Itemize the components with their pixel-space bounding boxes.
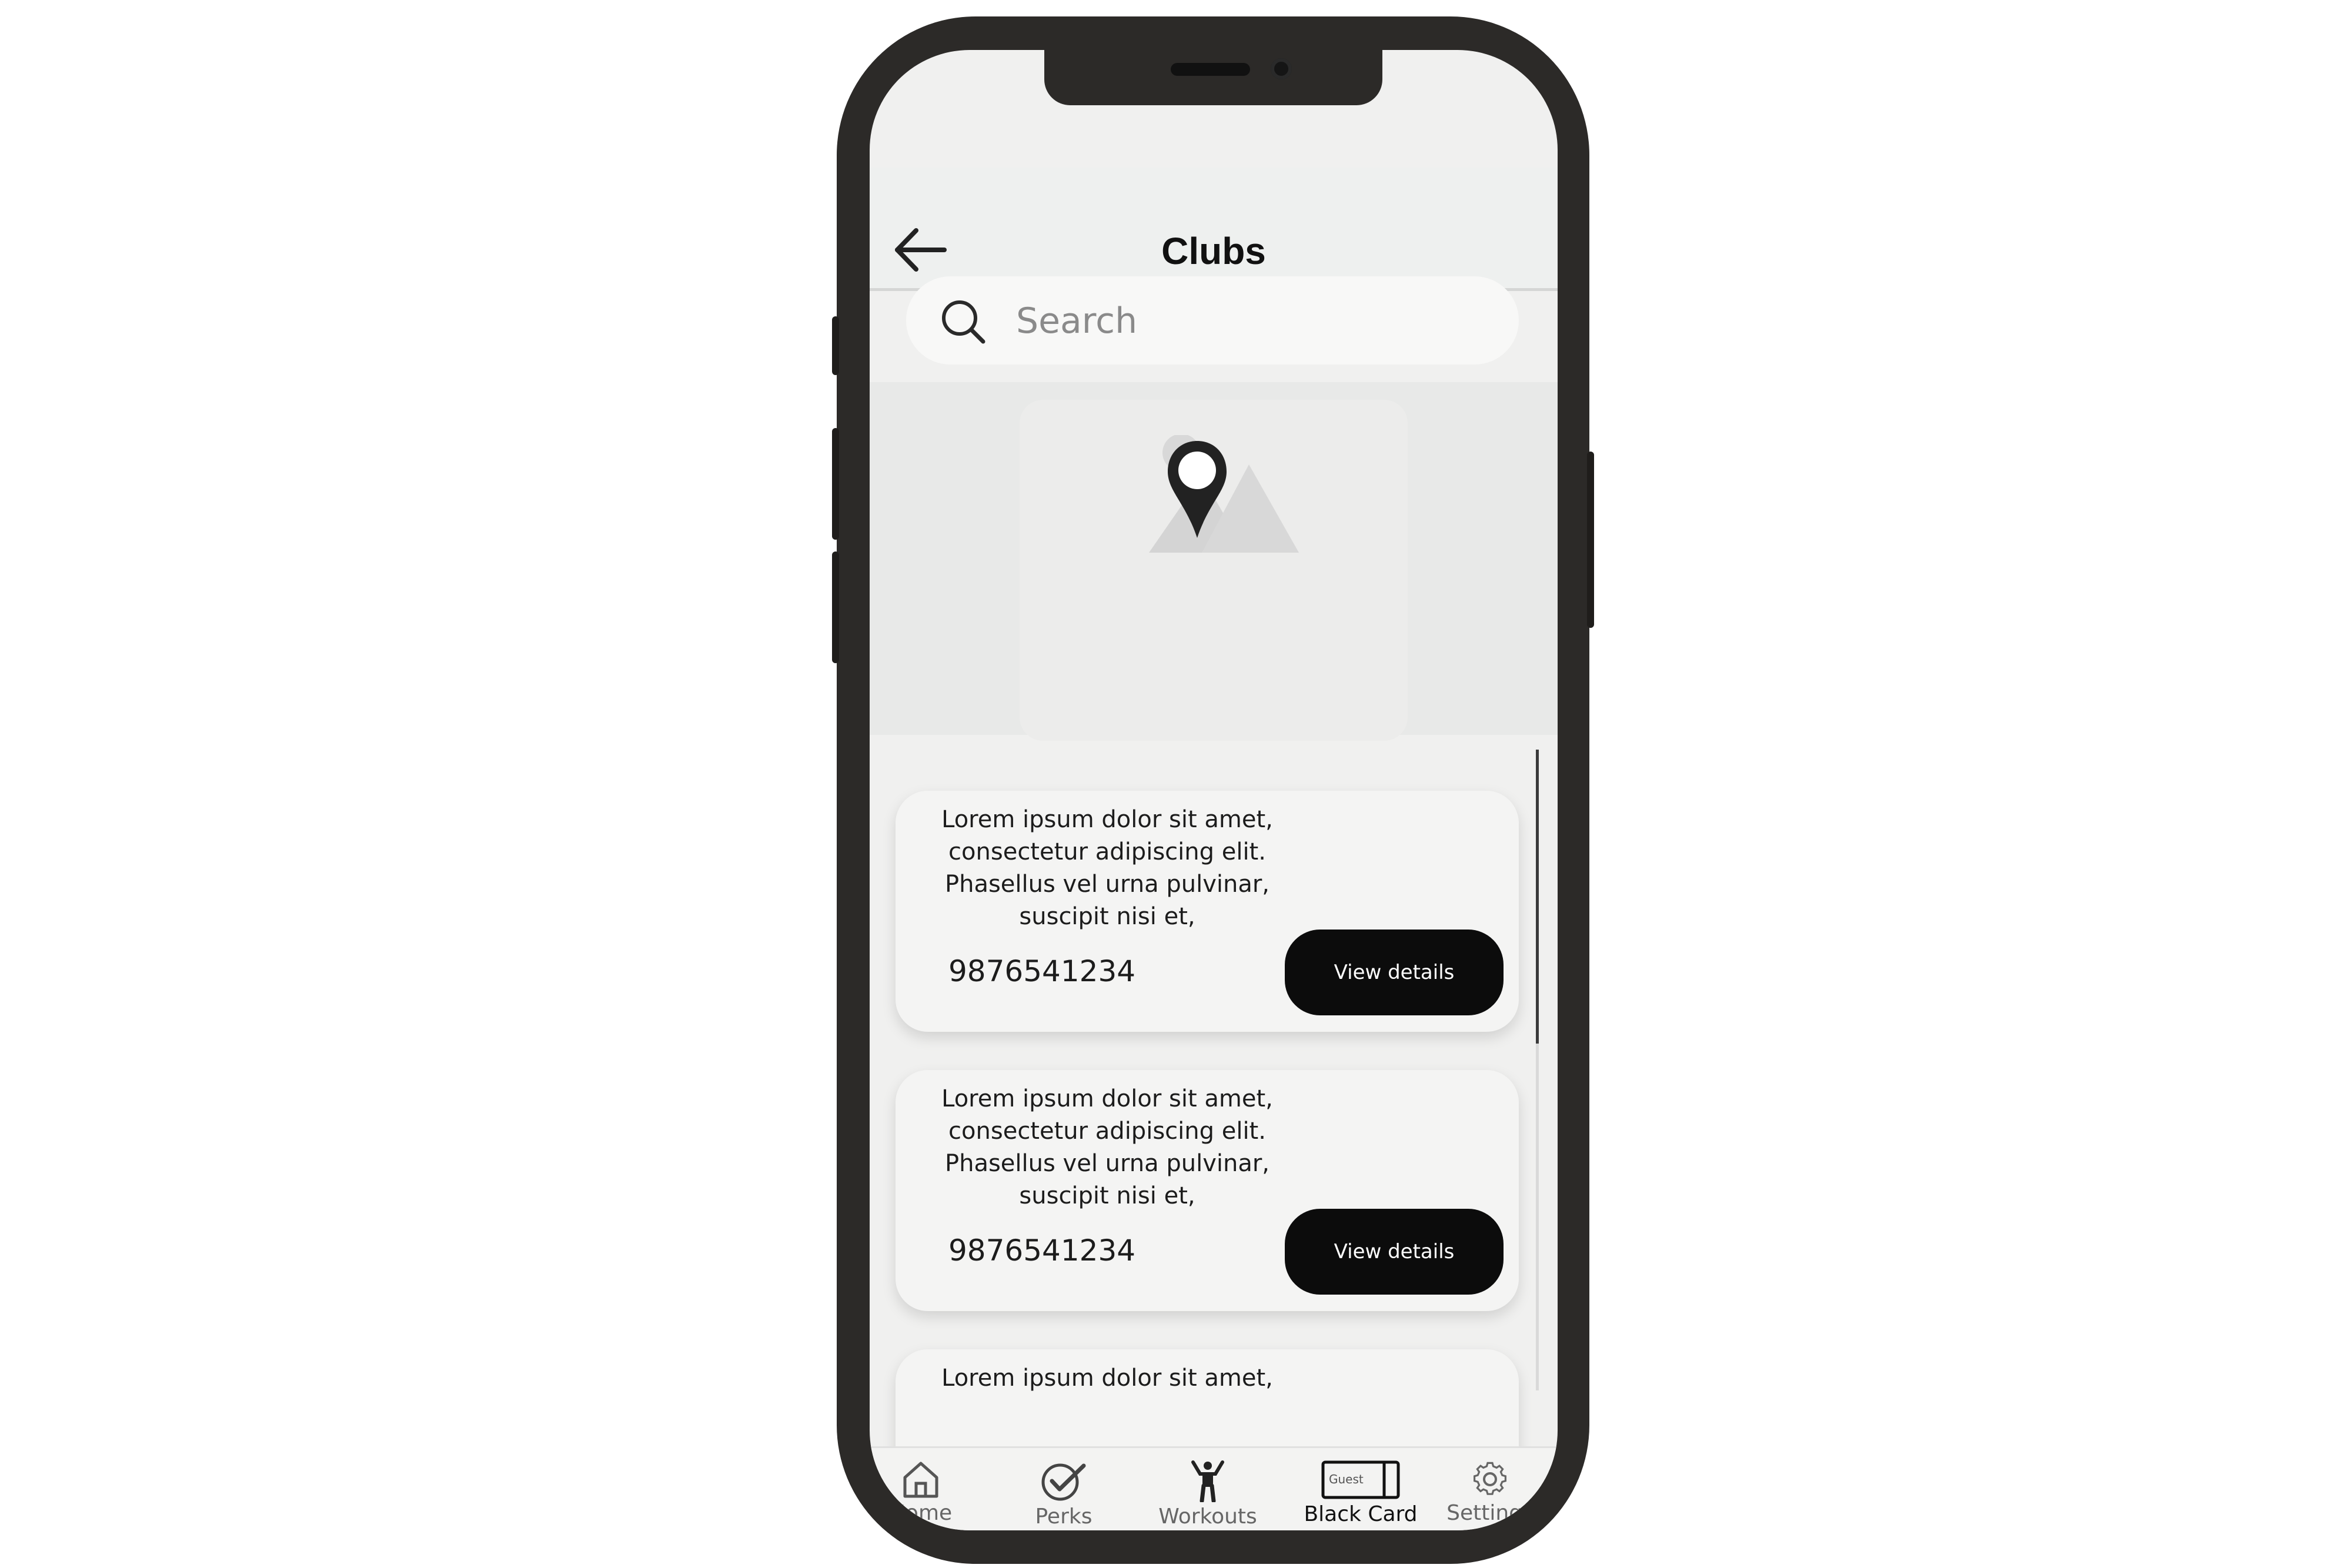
tab-label-settings: Settings xyxy=(1446,1501,1534,1525)
notch xyxy=(1044,50,1382,105)
search-bar[interactable] xyxy=(906,276,1519,365)
tab-home[interactable]: Home xyxy=(883,1460,959,1525)
silent-switch xyxy=(832,316,839,375)
app-header: Clubs xyxy=(870,168,1558,291)
list-scrollbar[interactable] xyxy=(1536,750,1539,1390)
club-card: Lorem ipsum dolor sit amet, consectetur … xyxy=(896,1070,1519,1311)
gear-icon xyxy=(1473,1462,1507,1495)
club-description: Lorem ipsum dolor sit amet, consectetur … xyxy=(941,806,1273,930)
search-icon xyxy=(942,300,985,344)
phone-screen: Clubs Lorem ipsum dolor sit amet, consec… xyxy=(870,50,1558,1530)
card-badge-text: Guest xyxy=(1329,1472,1364,1486)
tab-settings[interactable]: Settings xyxy=(1446,1460,1534,1525)
club-phone: 9876541234 xyxy=(948,1233,1136,1268)
check-circle-icon xyxy=(1041,1463,1086,1501)
location-pin-icon xyxy=(1168,441,1227,538)
volume-up-button xyxy=(832,428,839,540)
club-card: Lorem ipsum dolor sit amet, consectetur … xyxy=(896,791,1519,1032)
view-details-button[interactable]: View details xyxy=(1285,1209,1504,1295)
bottom-tab-bar: Home Perks Workouts Guest Black Card Set… xyxy=(870,1446,1558,1530)
map-view[interactable] xyxy=(870,382,1558,741)
tab-label-workouts: Workouts xyxy=(1158,1505,1257,1529)
card-icon: Guest xyxy=(1321,1460,1400,1499)
page-title: Clubs xyxy=(1161,230,1266,272)
volume-down-button xyxy=(832,551,839,663)
front-camera xyxy=(1271,58,1292,79)
club-description: Lorem ipsum dolor sit amet, consectetur … xyxy=(941,1085,1273,1209)
view-details-button[interactable]: View details xyxy=(1285,930,1504,1015)
club-description: Lorem ipsum dolor sit amet, xyxy=(941,1365,1273,1392)
speaker-grille xyxy=(1171,63,1250,76)
tab-black-card[interactable]: Guest Black Card xyxy=(1302,1460,1419,1526)
tab-label-home: Home xyxy=(889,1501,953,1525)
club-phone: 9876541234 xyxy=(948,954,1136,988)
scroll-thumb[interactable] xyxy=(1536,750,1539,1044)
person-workout-icon xyxy=(1191,1460,1224,1502)
power-button xyxy=(1587,452,1594,628)
search-input[interactable] xyxy=(1015,294,1476,348)
tab-label-black-card: Black Card xyxy=(1304,1502,1418,1526)
tab-workouts[interactable]: Workouts xyxy=(1158,1460,1258,1529)
tab-perks[interactable]: Perks xyxy=(1025,1460,1102,1529)
home-icon xyxy=(903,1462,938,1498)
tab-label-perks: Perks xyxy=(1035,1505,1093,1529)
